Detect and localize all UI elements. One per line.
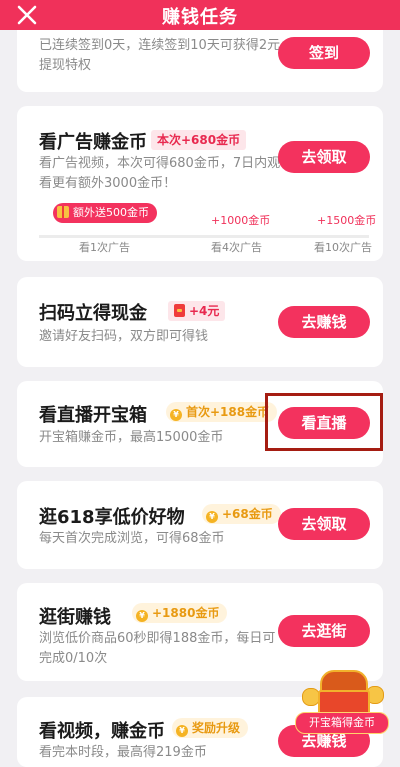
- ads-claim-button[interactable]: 去领取: [278, 141, 370, 173]
- ads-progress-track: [39, 235, 369, 238]
- video-desc: 看完本时段，最高得219金币: [39, 745, 207, 760]
- red-envelope-icon: [174, 304, 185, 317]
- checkin-button[interactable]: 签到: [278, 37, 370, 69]
- live-title: 看直播开宝箱: [39, 405, 147, 426]
- stroll-badge-text: +1880金币: [152, 606, 220, 620]
- scan-earn-button[interactable]: 去赚钱: [278, 306, 370, 338]
- stroll-desc: 浏览低价商品60秒即得188金币，每日可完成0/10次: [39, 631, 276, 666]
- coin-icon: ¥: [170, 409, 182, 421]
- ads-bonus-label: 额外送500金币: [73, 206, 149, 219]
- coin-icon: ¥: [136, 610, 148, 622]
- video-badge-text: 奖励升级: [192, 721, 241, 735]
- video-title: 看视频，赚金币: [39, 721, 165, 742]
- shop618-desc: 每天首次完成浏览，可得68金币: [39, 531, 225, 546]
- ads-badge: 本次+680金币: [151, 130, 247, 150]
- milestone-label: 看4次广告: [211, 241, 262, 254]
- milestone-reward: +1500金币: [317, 214, 377, 227]
- ads-desc: 看广告视频，本次可得680金币，7日内观看更有额外3000金币！: [39, 156, 281, 191]
- milestone-reward: +1000金币: [211, 214, 271, 227]
- scan-badge: +4元: [168, 301, 226, 321]
- coin-icon: ¥: [206, 511, 218, 523]
- shop618-claim-button[interactable]: 去领取: [278, 508, 370, 540]
- header-bar: 赚钱任务: [0, 0, 400, 30]
- stroll-badge: ¥ +1880金币: [132, 603, 228, 623]
- floating-chest-promo[interactable]: 开宝箱得金币: [292, 660, 392, 750]
- task-card-618: 逛618享低价好物 ¥ +68金币 每天首次完成浏览，可得68金币 去领取: [17, 481, 383, 569]
- shop618-badge-text: +68金币: [222, 507, 273, 521]
- shop618-badge: ¥ +68金币: [202, 504, 281, 524]
- ads-bonus-pill: 额外送500金币: [53, 203, 157, 223]
- scan-title: 扫码立得现金: [39, 303, 147, 324]
- highlight-frame: [265, 393, 383, 451]
- checkin-desc: 已连续签到0天，连续签到10天可获得2元提现特权: [39, 38, 281, 73]
- coin-icon: ¥: [176, 725, 188, 737]
- float-promo-label: 开宝箱得金币: [295, 712, 389, 734]
- task-card-scan: 扫码立得现金 +4元 邀请好友扫码，双方即可得钱 去赚钱: [17, 277, 383, 367]
- video-badge: ¥ 奖励升级: [172, 718, 249, 738]
- task-card-ads: 看广告赚金币 本次+680金币 看广告视频，本次可得680金币，7日内观看更有额…: [17, 106, 383, 261]
- scan-badge-text: +4元: [189, 304, 220, 318]
- ads-title: 看广告赚金币: [39, 132, 147, 153]
- live-badge-text: 首次+188金币: [186, 405, 270, 419]
- shop618-title: 逛618享低价好物: [39, 507, 185, 528]
- page-title: 赚钱任务: [162, 7, 238, 28]
- scan-desc: 邀请好友扫码，双方即可得钱: [39, 329, 209, 344]
- milestone-label: 看10次广告: [314, 241, 372, 254]
- gift-icon: [57, 206, 69, 218]
- stroll-title: 逛街赚钱: [39, 607, 111, 628]
- live-badge: ¥ 首次+188金币: [166, 402, 278, 422]
- live-desc: 开宝箱赚金币，最高15000金币: [39, 430, 224, 445]
- stroll-button[interactable]: 去逛街: [278, 615, 370, 647]
- milestone-label: 看1次广告: [79, 241, 130, 254]
